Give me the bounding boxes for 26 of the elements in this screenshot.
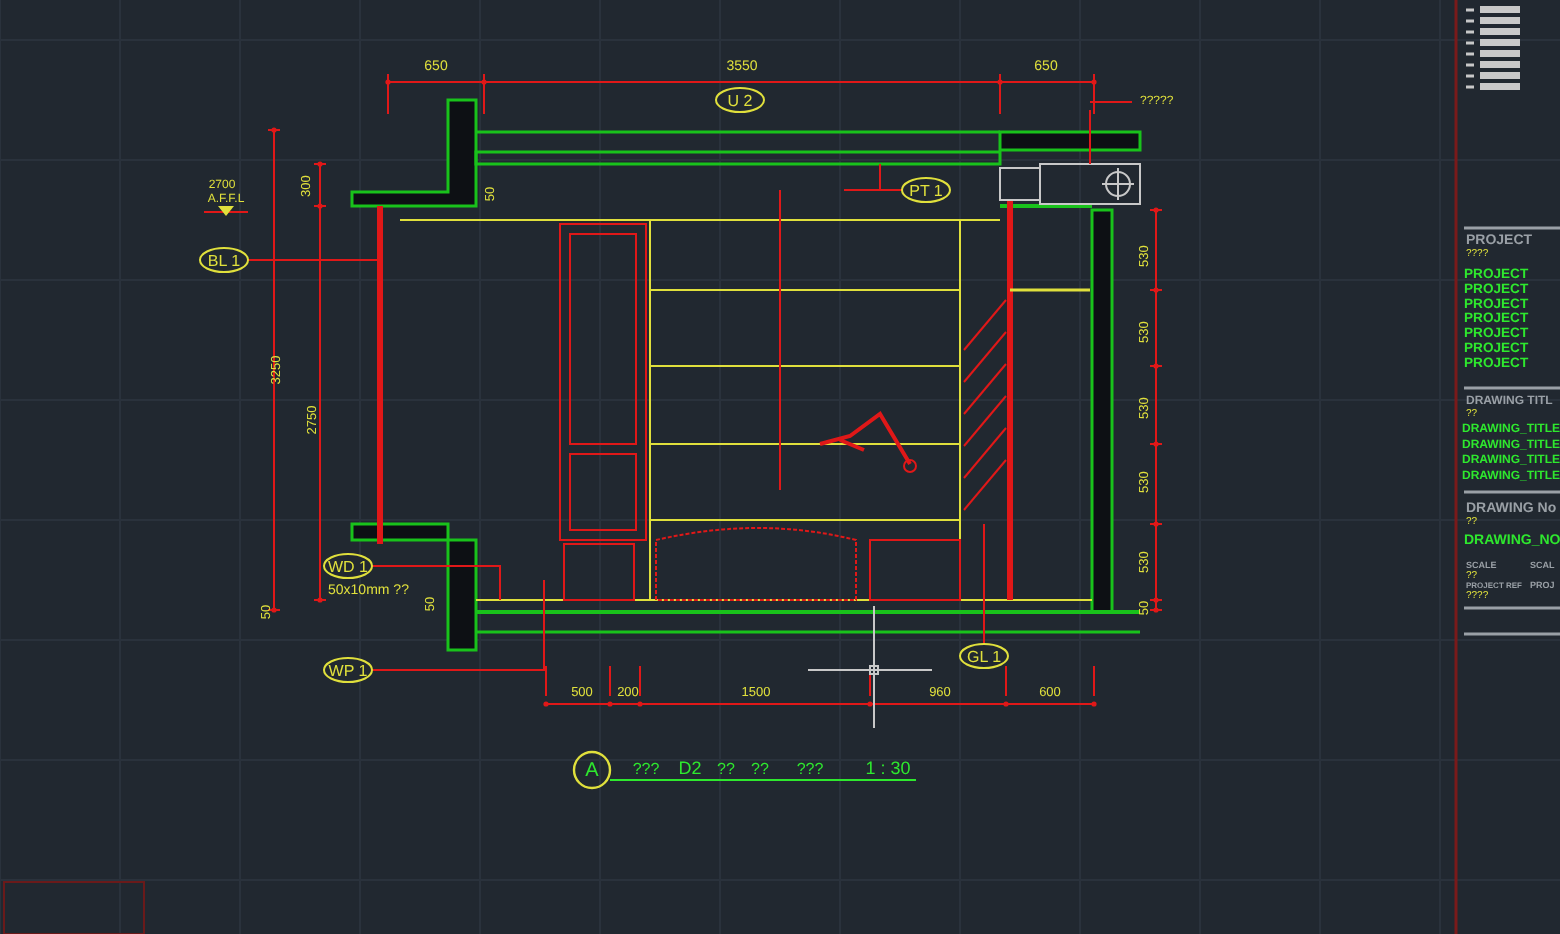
callout-tag: WP 1 <box>323 657 373 683</box>
air-duct-drawing <box>999 163 1141 205</box>
callout-tag: BL 1 <box>199 247 249 273</box>
leader-line <box>983 523 985 645</box>
level-marker-icon <box>203 206 249 216</box>
scale-text: 1 : 30 <box>865 758 911 778</box>
callout-tag: U 2 <box>715 87 765 113</box>
drawing-title-text: ??? <box>796 760 824 778</box>
cabinet-panel <box>869 539 961 601</box>
leader-line <box>243 259 381 261</box>
frame-outline <box>3 881 145 934</box>
callout-tag: WD 1 <box>323 553 373 579</box>
legend-table-drawing <box>1466 6 1520 90</box>
wall-section <box>350 98 478 208</box>
callout-tag: PT 1 <box>901 177 951 203</box>
section-mark-letter: A <box>585 760 599 782</box>
section-mark-icon <box>572 750 612 790</box>
crosshair-cursor-icon <box>807 605 933 729</box>
drawing-title-text: ??? <box>632 760 660 778</box>
drawing-title-text: ?? <box>717 760 735 778</box>
callout-tag: GL 1 <box>959 643 1009 669</box>
drawing-title-text: D2 <box>678 758 702 778</box>
lamp-head <box>903 459 917 473</box>
leader-line <box>1089 101 1133 165</box>
lamp-arm <box>818 411 912 466</box>
drawing-title-text: ?? <box>751 760 769 778</box>
